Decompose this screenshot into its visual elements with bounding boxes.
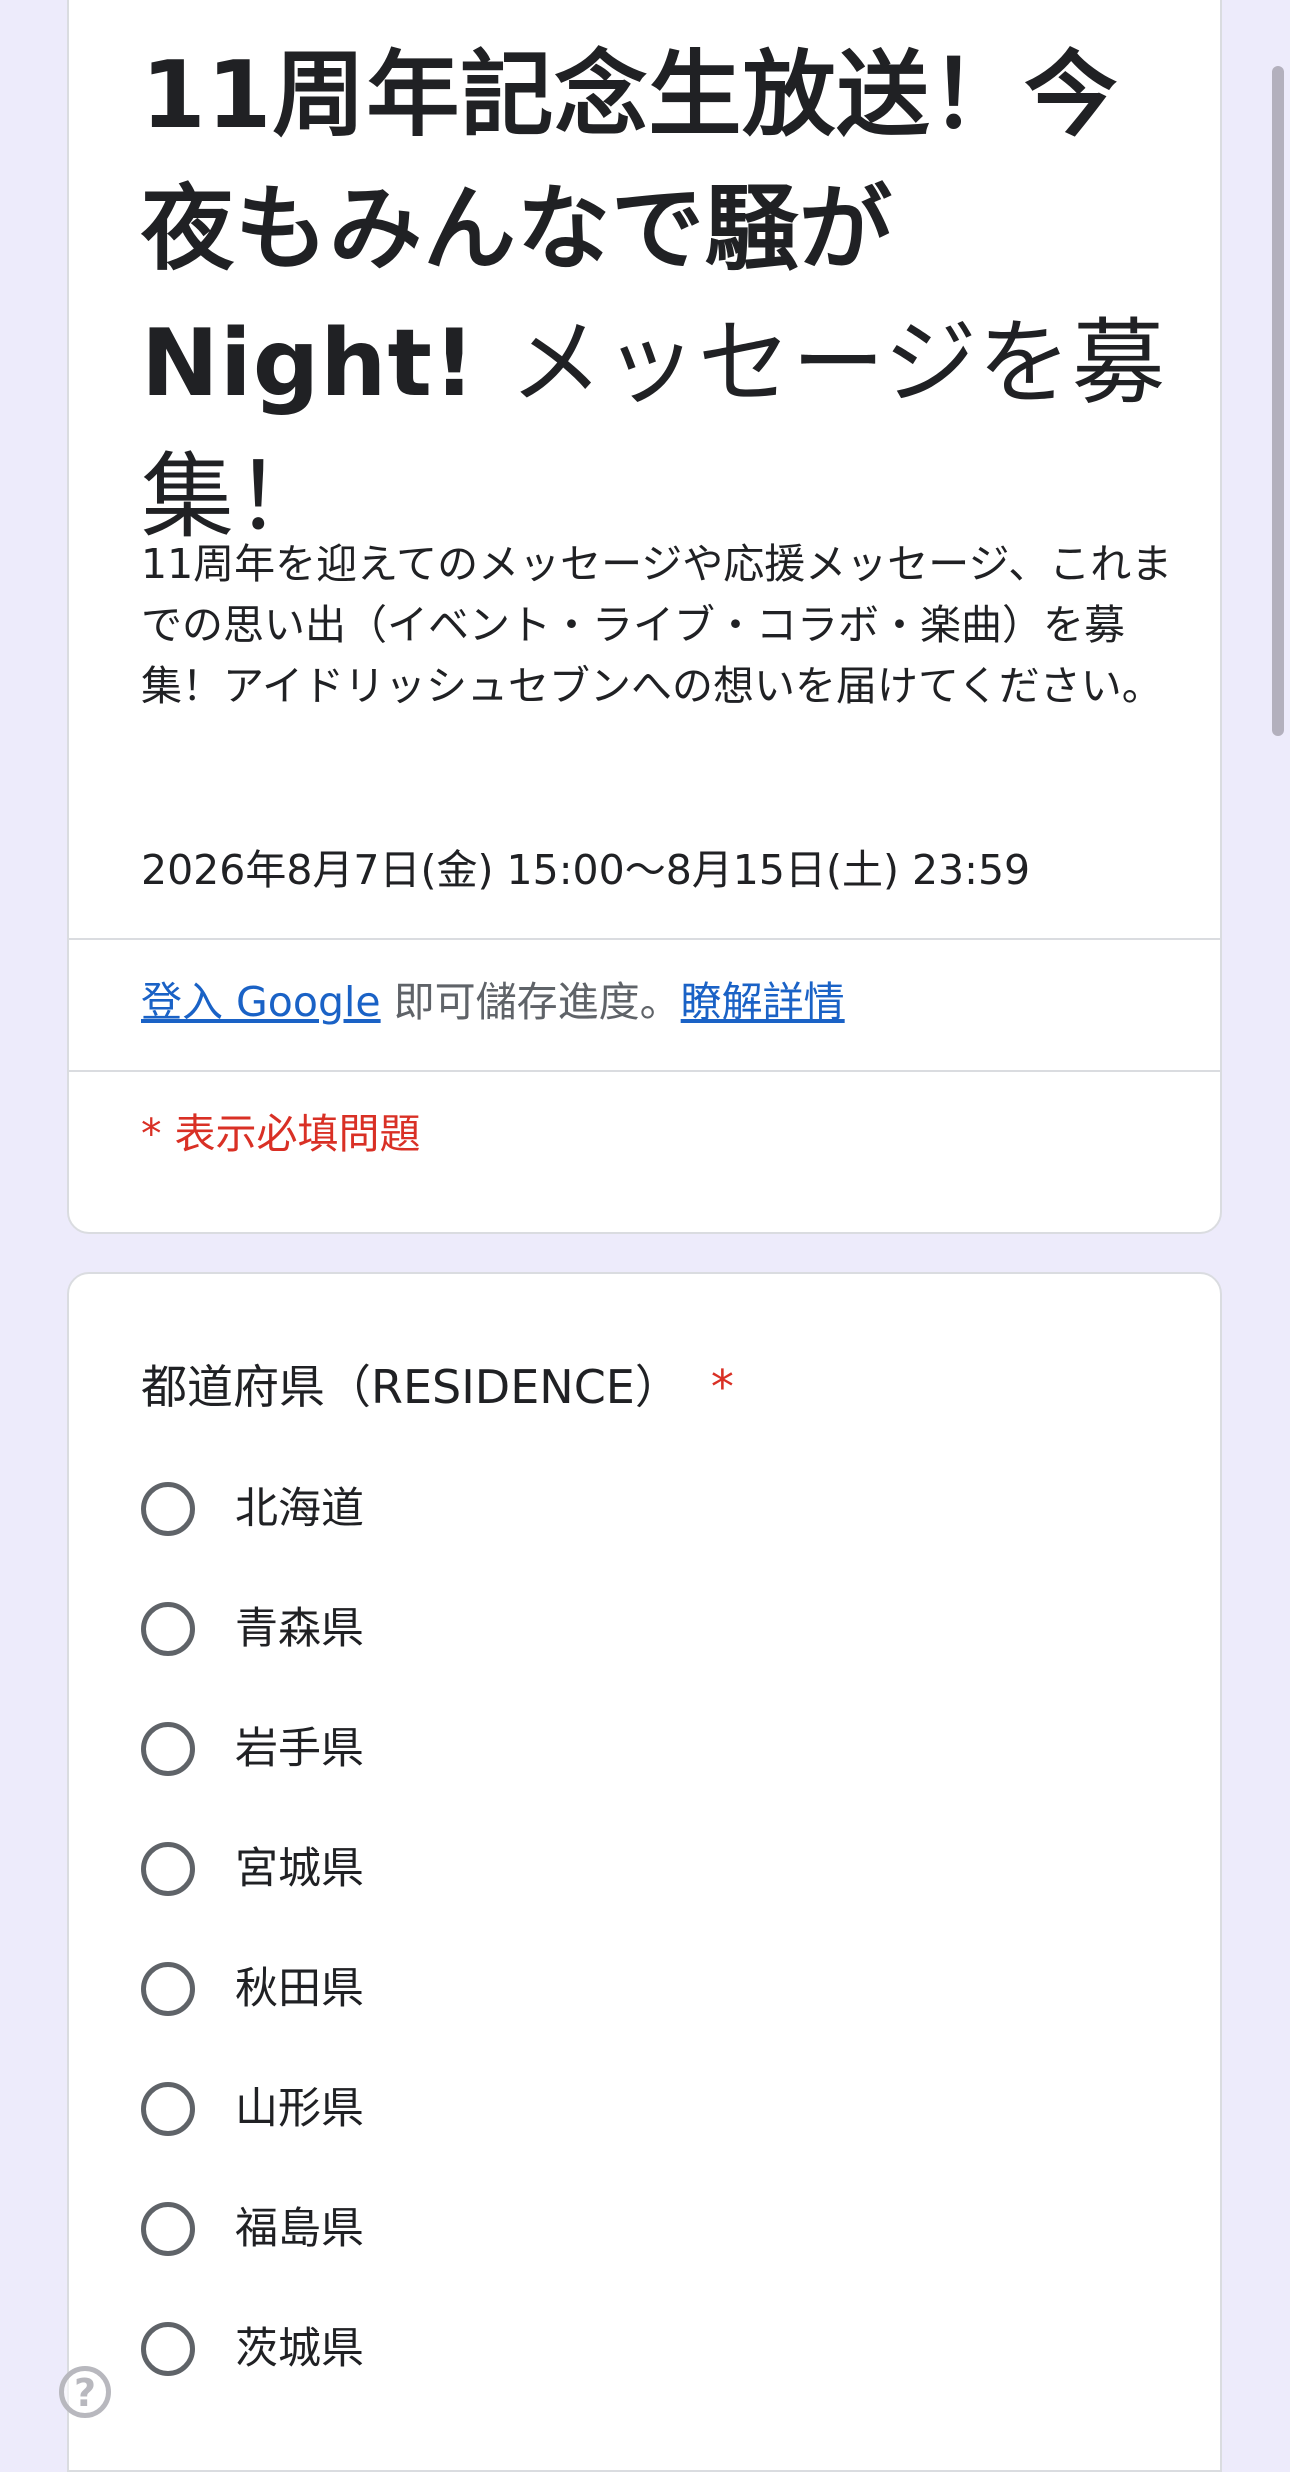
divider: [69, 938, 1220, 940]
question-card: 都道府県（RESIDENCE） * 北海道 青森県 岩手県 宮城県 秋田県 山形県: [67, 1272, 1222, 2472]
radio-option-label: 北海道: [235, 1484, 364, 1534]
radio-button[interactable]: [141, 1962, 195, 2016]
required-note: * 表示必填問題: [141, 1110, 421, 1158]
radio-option[interactable]: 岩手県: [141, 1714, 1041, 1784]
radio-button[interactable]: [141, 2202, 195, 2256]
radio-option-label: 青森県: [235, 1604, 364, 1654]
radio-option-label: 宮城県: [235, 1844, 364, 1894]
radio-option[interactable]: 福島県: [141, 2194, 1041, 2264]
form-period: 2026年8月7日(金) 15:00〜8月15日(土) 23:59: [141, 846, 1031, 894]
divider: [69, 1070, 1220, 1072]
radio-option[interactable]: 秋田県: [141, 1954, 1041, 2024]
radio-option-label: 福島県: [235, 2204, 364, 2254]
radio-button[interactable]: [141, 2322, 195, 2376]
radio-button[interactable]: [141, 1722, 195, 1776]
form-header-card: 11周年記念生放送！今夜もみんなで騒がNight! メッセージを募集！ 11周年…: [67, 0, 1222, 1234]
radio-option[interactable]: 茨城県: [141, 2314, 1041, 2384]
learn-more-link[interactable]: 瞭解詳情: [681, 978, 845, 1026]
radio-button[interactable]: [141, 2082, 195, 2136]
radio-option[interactable]: 北海道: [141, 1474, 1041, 1544]
radio-option-label: 岩手県: [235, 1724, 364, 1774]
radio-option[interactable]: 山形県: [141, 2074, 1041, 2144]
radio-option-label: 秋田県: [235, 1964, 364, 2014]
radio-option-label: 茨城県: [235, 2324, 364, 2374]
signin-text: 即可儲存進度。: [380, 978, 681, 1026]
question-title-text: 都道府県（RESIDENCE）: [141, 1360, 681, 1414]
signin-notice: 登入 Google 即可儲存進度。瞭解詳情: [141, 972, 845, 1032]
radio-button[interactable]: [141, 1842, 195, 1896]
question-title: 都道府県（RESIDENCE） *: [141, 1354, 734, 1420]
radio-button[interactable]: [141, 1602, 195, 1656]
radio-button[interactable]: [141, 1482, 195, 1536]
radio-option[interactable]: 青森県: [141, 1594, 1041, 1664]
radio-option[interactable]: 宮城県: [141, 1834, 1041, 1904]
form-title: 11周年記念生放送！今夜もみんなで騒がNight! メッセージを募集！: [141, 28, 1181, 564]
required-star: *: [710, 1360, 734, 1414]
radio-option-label: 山形県: [235, 2084, 364, 2134]
help-icon[interactable]: ?: [59, 2366, 111, 2418]
signin-link[interactable]: 登入 Google: [141, 978, 381, 1026]
scrollbar[interactable]: [1272, 66, 1284, 736]
form-description: 11周年を迎えてのメッセージや応援メッセージ、これまでの思い出（イベント・ライブ…: [141, 540, 1173, 710]
